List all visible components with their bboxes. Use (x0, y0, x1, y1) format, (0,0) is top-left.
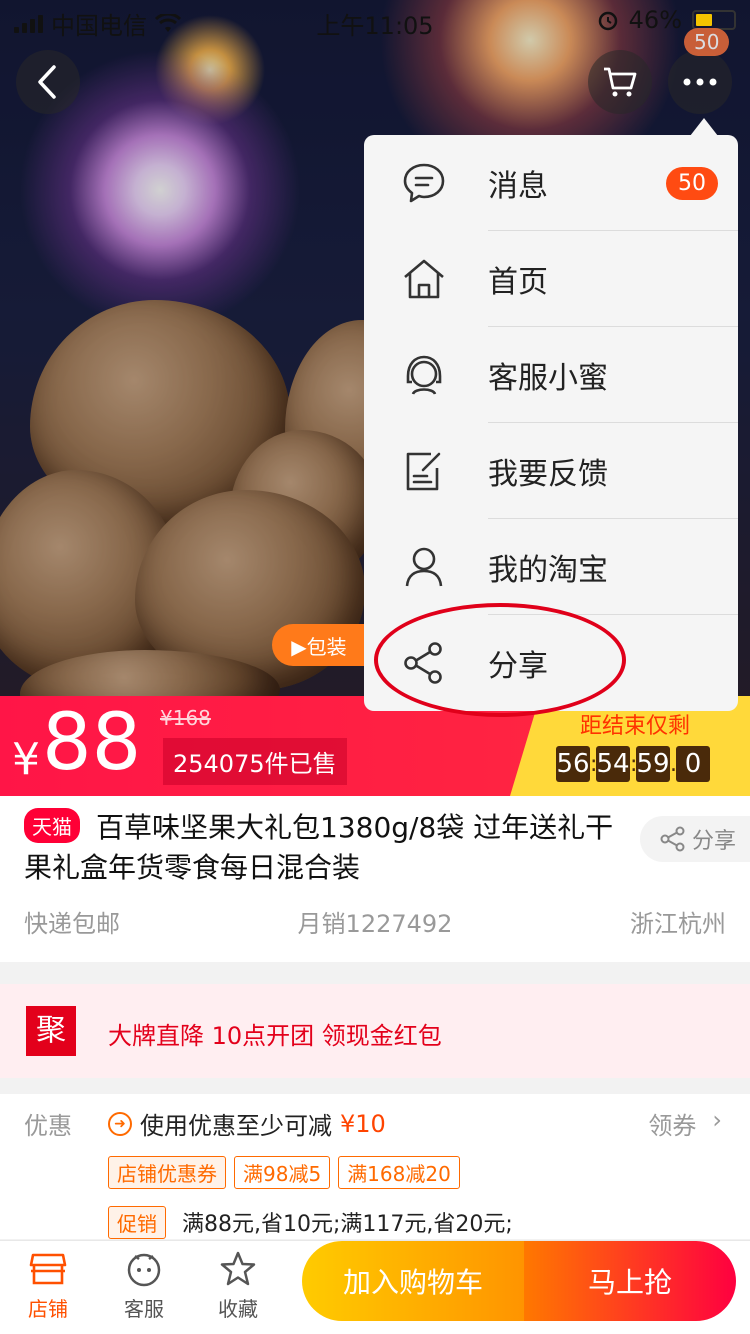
star-icon (220, 1251, 256, 1286)
tmall-badge: 天猫 (24, 808, 80, 843)
favorite-tab[interactable]: 收藏 (198, 1249, 278, 1322)
chevron-right-icon: › (712, 1106, 722, 1134)
cart-icon (604, 67, 637, 97)
share-icon (660, 826, 685, 852)
store-label: 店铺 (28, 1297, 68, 1321)
more-button[interactable] (668, 50, 732, 114)
discount-arrow-icon: ➜ (108, 1111, 132, 1136)
product-title: 百草味坚果大礼包1380g/8袋 过年送礼干果礼盒年货零食每日混合装 (24, 811, 614, 884)
menu-item-my-taobao[interactable]: 我的淘宝 (364, 519, 738, 615)
coupon-label: 优惠 (24, 1112, 72, 1140)
coupon-tag[interactable]: 满98减5 (234, 1156, 331, 1189)
home-icon (404, 259, 444, 299)
battery-percent: 46% (628, 6, 682, 34)
product-meta: 快递包邮 月销1227492 浙江杭州 (24, 904, 726, 939)
message-icon (403, 163, 445, 203)
menu-item-messages[interactable]: 消息 50 (364, 135, 738, 231)
ship-location: 浙江杭州 (629, 910, 726, 938)
message-count-badge: 50 (666, 166, 718, 200)
product-share-label: 分享 (692, 829, 737, 854)
status-bar: 中国电信 上午11:05 46% (0, 0, 750, 40)
discount-prefix: 使用优惠至少可减 (140, 1112, 332, 1140)
menu-pointer (690, 118, 718, 136)
currency-symbol: ¥ (12, 734, 40, 785)
countdown-hours: 56 (556, 746, 590, 782)
menu-label-customer-service: 客服小蜜 (488, 361, 608, 396)
sold-count: 254075件已售 (163, 738, 347, 785)
service-tab[interactable]: 客服 (104, 1249, 184, 1322)
chevron-left-icon (38, 65, 56, 99)
original-price: ¥168 (160, 706, 211, 730)
coupon-tag[interactable]: 满168减20 (338, 1156, 460, 1189)
store-tab[interactable]: 店铺 (8, 1249, 88, 1322)
countdown-seconds: 59 (636, 746, 670, 782)
menu-item-feedback[interactable]: 我要反馈 (364, 423, 738, 519)
highlight-oval (374, 603, 626, 717)
ju-promo-banner[interactable]: 聚 大牌直降 10点开团 领现金红包 (0, 984, 750, 1078)
service-face-icon (127, 1253, 161, 1287)
coupon-tags: 店铺优惠券 满98减5 满168减20 (108, 1156, 460, 1189)
more-dots-icon (683, 78, 717, 86)
countdown-timer: 56 : 54 : 59 . 0 (556, 746, 710, 782)
shipping-info: 快递包邮 (24, 910, 120, 938)
store-icon (29, 1253, 67, 1285)
promo-rule-text: 满88元,省10元;满117元,省20元; (182, 1212, 513, 1237)
countdown-minutes: 54 (596, 746, 630, 782)
get-coupon-label: 领券 (648, 1112, 697, 1140)
menu-label-my-taobao: 我的淘宝 (488, 553, 608, 588)
coupon-section[interactable]: 优惠 ➜ 使用优惠至少可减 ¥10 领券 › 店铺优惠券 满98减5 满168减… (0, 1094, 750, 1239)
bottom-action-bar: 店铺 客服 收藏 加入购物车 马上抢 (0, 1240, 750, 1334)
menu-label-home: 首页 (488, 265, 548, 300)
customer-service-icon (406, 355, 442, 395)
product-info: 百草味坚果大礼包1380g/8袋 过年送礼干果礼盒年货零食每日混合装 天猫 分享… (0, 796, 750, 962)
discount-amount: ¥10 (340, 1109, 386, 1138)
promo-tag: 促销 (108, 1206, 166, 1239)
coupon-tag: 店铺优惠券 (108, 1156, 226, 1189)
product-share-button[interactable]: 分享 (640, 816, 750, 862)
ju-logo: 聚 (26, 1006, 76, 1056)
monthly-sales: 月销1227492 (297, 910, 453, 938)
current-price: 88 (42, 698, 142, 788)
feedback-icon (406, 452, 441, 491)
promo-rule: 促销 满88元,省10元;满117元,省20元; (108, 1206, 513, 1239)
buy-now-button[interactable]: 马上抢 (524, 1241, 736, 1321)
promo-text: 大牌直降 10点开团 领现金红包 (108, 1022, 442, 1050)
favorite-label: 收藏 (218, 1297, 258, 1321)
countdown-title: 距结束仅剩 (580, 714, 691, 739)
menu-item-customer-service[interactable]: 客服小蜜 (364, 327, 738, 423)
add-to-cart-button[interactable]: 加入购物车 (302, 1241, 524, 1321)
get-coupon-button[interactable]: 领券 › (648, 1106, 722, 1141)
battery-icon (692, 10, 736, 30)
menu-item-home[interactable]: 首页 (364, 231, 738, 327)
countdown-tenths: 0 (676, 746, 710, 782)
cart-button[interactable] (588, 50, 652, 114)
discount-summary: ➜ 使用优惠至少可减 ¥10 (108, 1106, 386, 1141)
service-label: 客服 (124, 1297, 164, 1321)
menu-label-messages: 消息 (488, 169, 548, 204)
alarm-icon (598, 11, 617, 31)
menu-label-feedback: 我要反馈 (488, 457, 608, 492)
user-icon (405, 547, 443, 587)
back-button[interactable] (16, 50, 80, 114)
video-play-chip[interactable]: ▶包装 (272, 624, 366, 666)
cart-count-badge: 50 (684, 28, 730, 56)
